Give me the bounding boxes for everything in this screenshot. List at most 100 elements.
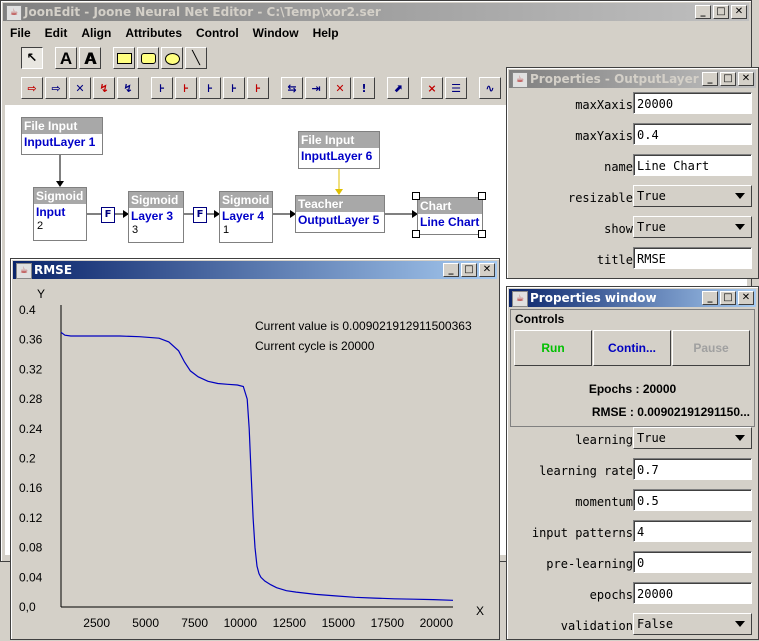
arrow-select-tool[interactable]: ↖ [21,47,43,69]
rmse-titlebar[interactable]: ☕ RMSE _ □ ✕ [13,261,497,279]
maxXaxis-field[interactable]: 20000 [633,92,752,114]
maxYaxis-field[interactable]: 0.4 [633,123,752,145]
context-layer-tool[interactable]: ⊦ [247,77,269,99]
minimize-button[interactable]: _ [695,5,711,19]
prop-label: pre-learning [546,557,633,571]
input-patterns-field[interactable]: 4 [633,520,752,542]
menu-window[interactable]: Window [246,23,306,43]
name-field[interactable]: Line Chart [633,154,752,176]
delay-synapse-tool[interactable]: ✕ [329,77,351,99]
props-titlebar[interactable]: ☕ Properties window _ □ ✕ [509,289,756,307]
tanh-layer-tool[interactable]: ⊦ [199,77,221,99]
prop-label: epochs [589,588,633,602]
run-button[interactable]: Run [514,330,592,366]
main-window-title: JoonEdit - Joone Neural Net Editor - C:\… [24,5,381,19]
maximize-button[interactable]: □ [720,291,736,305]
rounded-rectangle-tool[interactable] [137,47,159,69]
minimize-button[interactable]: _ [702,291,718,305]
output-prop-label: resizable [567,191,633,205]
network-node-line-chart[interactable]: Chart Line Chart [417,197,483,235]
title-field[interactable]: RMSE [633,247,752,269]
linear-layer-tool[interactable]: ⊦ [151,77,173,99]
output-props-titlebar[interactable]: ☕ Properties - OutputLayer 1 _ □ ✕ [509,70,756,88]
ellipse-tool[interactable] [161,47,183,69]
minimize-button[interactable]: _ [443,263,459,277]
y-tick-label: 0.04 [19,570,43,584]
pre-learning-field[interactable]: 0 [633,551,752,573]
rectangle-tool[interactable] [113,47,135,69]
minimize-button[interactable]: _ [702,72,718,86]
network-node-inputlayer-1[interactable]: File Input InputLayer 1 [21,117,103,155]
direct-synapse-tool[interactable]: ⇥ [305,77,327,99]
close-button[interactable]: ✕ [738,291,754,305]
excel-input-tool[interactable]: ✕ [69,77,91,99]
sigmoid-layer-tool[interactable]: ⊦ [175,77,197,99]
selection-handle[interactable] [412,192,420,200]
output-tool[interactable]: ☰ [445,77,467,99]
validation-dropdown[interactable]: False [633,613,752,635]
menu-edit[interactable]: Edit [38,23,75,43]
text-tool[interactable]: A [55,47,77,69]
y-tick-label: 0.12 [19,511,43,525]
main-titlebar[interactable]: ☕ JoonEdit - Joone Neural Net Editor - C… [3,3,749,21]
prop-row: pre-learning 0 [507,549,758,579]
chart-tool[interactable]: ⬈ [387,77,409,99]
menu-align[interactable]: Align [74,23,118,43]
maximize-button[interactable]: □ [713,5,729,19]
maximize-button[interactable]: □ [461,263,477,277]
bold-text-tool[interactable]: A [79,47,101,69]
url-input-tool[interactable]: ⇨ [45,77,67,99]
logarithmic-layer-tool[interactable]: ⊦ [223,77,245,99]
line-tool[interactable]: ╲ [185,47,207,69]
menu-file[interactable]: File [3,23,38,43]
prop-label: validation [560,619,633,633]
network-node-layer-4[interactable]: Sigmoid Layer 4 1 [219,191,273,243]
close-button[interactable]: ✕ [479,263,495,277]
y-tick-label: 0.36 [19,333,43,347]
prop-label: momentum [575,495,633,509]
file-input-tool[interactable]: ⇨ [21,77,43,99]
menu-attributes[interactable]: Attributes [118,23,189,43]
y-tick-label: 0,0 [19,600,36,614]
node-header: Chart [418,198,482,214]
selection-handle[interactable] [478,230,486,238]
selection-handle[interactable] [478,192,486,200]
kohonen-synapse-tool[interactable]: ! [353,77,375,99]
network-node-outputlayer-5[interactable]: Teacher OutputLayer 5 [295,195,385,233]
node-name: Input [36,205,66,219]
show-dropdown[interactable]: True [633,216,752,238]
network-node-inputlayer-6[interactable]: File Input InputLayer 6 [298,131,380,169]
learning-rate-field[interactable]: 0.7 [633,458,752,480]
menu-help[interactable]: Help [306,23,346,43]
continue-button[interactable]: Contin... [593,330,671,366]
network-node-input[interactable]: Sigmoid Input 2 [33,187,87,241]
menu-control[interactable]: Control [189,23,246,43]
selection-handle[interactable] [412,230,420,238]
rmse-readout: RMSE : 0.00902191291150... [591,405,750,419]
y-tick-label: 0.32 [19,362,43,376]
chevron-down-icon [735,621,745,627]
close-button[interactable]: ✕ [738,72,754,86]
x-tick-label: 5000 [132,616,159,630]
node-header: Sigmoid [34,188,86,204]
wave-tool[interactable]: ∿ [479,77,501,99]
close-button[interactable]: ✕ [731,5,747,19]
menu-bar: File Edit Align Attributes Control Windo… [3,23,346,43]
full-synapse-2[interactable]: F [193,207,207,223]
resizable-dropdown[interactable]: True [633,185,752,207]
learning-switch-tool[interactable]: ↯ [117,77,139,99]
teacher-tool[interactable]: ⨯ [421,77,443,99]
rmse-window: ☕ RMSE _ □ ✕ Y X Current value is 0.0090… [10,258,500,640]
full-synapse-1[interactable]: F [101,207,115,223]
app-icon: ☕ [512,72,528,88]
epochs-field[interactable]: 20000 [633,582,752,604]
full-synapse-tool[interactable]: ⇆ [281,77,303,99]
learning-dropdown[interactable]: True [633,427,752,449]
output-properties-window: ☕ Properties - OutputLayer 1 _ □ ✕ maxXa… [506,67,759,279]
maximize-button[interactable]: □ [720,72,736,86]
momentum-field[interactable]: 0.5 [633,489,752,511]
network-node-layer-3[interactable]: Sigmoid Layer 3 3 [128,191,184,243]
x-tick-label: 2500 [83,616,110,630]
current-cycle-text: Current cycle is 20000 [255,339,375,353]
switch-tool[interactable]: ↯ [93,77,115,99]
